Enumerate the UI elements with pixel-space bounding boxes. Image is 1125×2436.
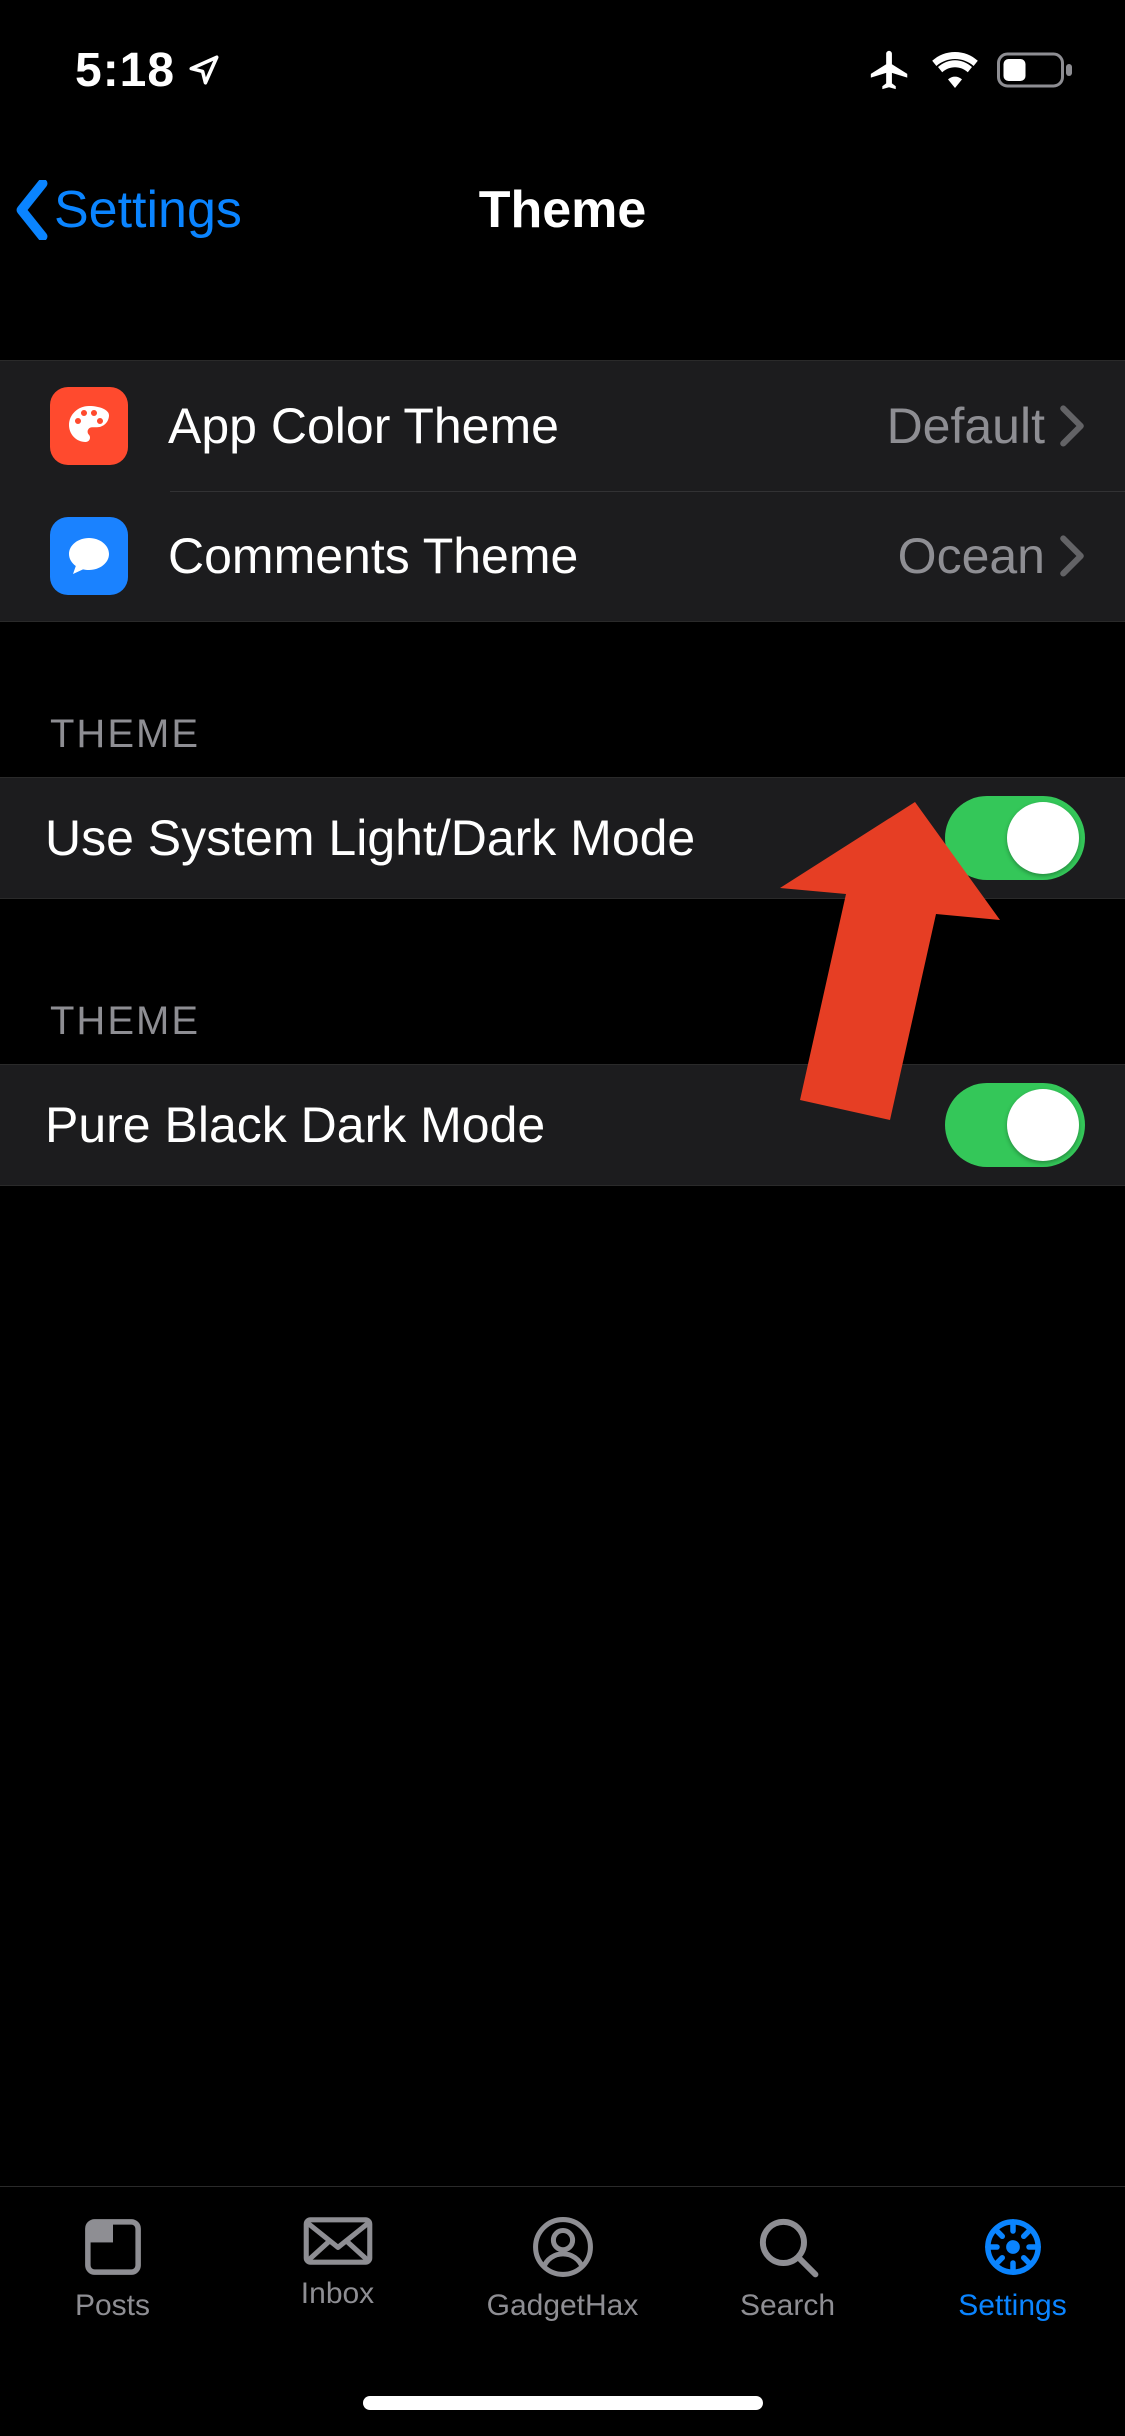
tab-label: GadgetHax: [487, 2289, 639, 2323]
status-bar: 5:18: [0, 0, 1125, 140]
status-time: 5:18: [75, 43, 175, 98]
tab-settings[interactable]: Settings: [900, 2187, 1125, 2436]
posts-icon: [81, 2215, 145, 2279]
row-value: Default: [887, 397, 1045, 455]
status-right: [867, 47, 1075, 93]
chevron-right-icon: [1059, 535, 1085, 577]
chevron-left-icon: [12, 180, 52, 240]
toggle-system-dark-mode[interactable]: [945, 796, 1085, 880]
row-label: Comments Theme: [168, 527, 898, 585]
back-label: Settings: [54, 180, 242, 240]
nav-bar: Settings Theme: [0, 140, 1125, 280]
home-indicator[interactable]: [363, 2396, 763, 2410]
row-pure-black: Pure Black Dark Mode: [0, 1064, 1125, 1186]
chevron-right-icon: [1059, 405, 1085, 447]
row-label: App Color Theme: [168, 397, 887, 455]
comment-icon: [50, 517, 128, 595]
row-comments-theme[interactable]: Comments Theme Ocean: [0, 491, 1125, 621]
profile-icon: [531, 2215, 595, 2279]
toggle-knob: [1007, 802, 1079, 874]
section-header-theme-1: THEME: [0, 712, 1125, 777]
row-label: Use System Light/Dark Mode: [45, 809, 945, 867]
row-app-color-theme[interactable]: App Color Theme Default: [0, 361, 1125, 491]
wifi-icon: [931, 51, 979, 89]
toggle-knob: [1007, 1089, 1079, 1161]
row-value: Ocean: [898, 527, 1045, 585]
airplane-mode-icon: [867, 47, 913, 93]
section-header-theme-2: THEME: [0, 999, 1125, 1064]
location-icon: [187, 53, 221, 87]
tab-posts[interactable]: Posts: [0, 2187, 225, 2436]
tab-label: Settings: [958, 2289, 1066, 2323]
palette-icon: [50, 387, 128, 465]
gear-icon: [981, 2215, 1045, 2279]
row-system-dark-mode: Use System Light/Dark Mode: [0, 777, 1125, 899]
tab-label: Search: [740, 2289, 835, 2323]
tab-label: Inbox: [301, 2277, 374, 2311]
search-icon: [756, 2215, 820, 2279]
tab-label: Posts: [75, 2289, 150, 2323]
row-label: Pure Black Dark Mode: [45, 1096, 945, 1154]
group-color-themes: App Color Theme Default Comments Theme O…: [0, 360, 1125, 622]
toggle-pure-black[interactable]: [945, 1083, 1085, 1167]
inbox-icon: [302, 2215, 374, 2267]
back-button[interactable]: Settings: [12, 140, 242, 280]
battery-icon: [997, 51, 1075, 89]
